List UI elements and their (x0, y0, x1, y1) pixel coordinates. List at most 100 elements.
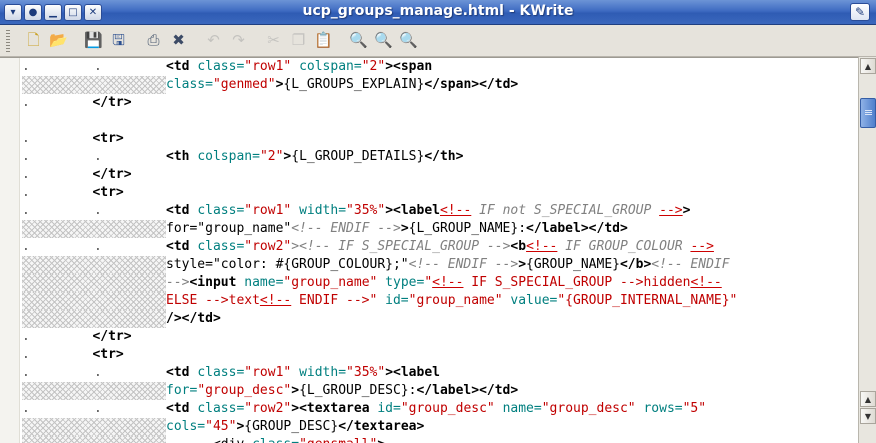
code-line[interactable]: .. <td class="row1" width="35%"><label (22, 364, 858, 382)
code-line[interactable]: .. <td class="row1" width="35%"><label<!-… (22, 202, 858, 220)
code-token-tag: > (377, 437, 385, 443)
code-line[interactable]: style="color: #{GROUP_COLOUR};"<!-- ENDI… (22, 256, 858, 274)
save-as-button[interactable]: 🖫 (107, 29, 130, 53)
find-icon: 🔍 (349, 31, 368, 49)
code-token-comment: <!-- ENDIF (651, 257, 730, 272)
code-line[interactable]: --><input name="group_name" type="<!-- I… (22, 274, 858, 292)
stop-close-icon: ✖ (172, 31, 185, 49)
stop-close-button[interactable]: ✖ (167, 29, 190, 53)
code-token-marker: <!-- (432, 275, 464, 290)
redo-button[interactable]: ↷ (227, 29, 250, 53)
indent-marker: . (22, 185, 30, 200)
code-token-text: <div (166, 437, 252, 443)
code-line[interactable]: ELSE -->text<!-- ENDIF -->" id="group_na… (22, 292, 858, 310)
find-button[interactable]: 🔍 (347, 29, 370, 53)
wrap-indent-marker (22, 292, 166, 310)
code-token-tag: </textarea> (338, 419, 425, 434)
indent-markers: .. (22, 239, 102, 254)
code-token-value: "2" (259, 149, 284, 164)
save-button[interactable]: 💾 (82, 29, 105, 53)
code-token-tag: <td (166, 401, 198, 416)
code-token-comment: IF GROUP_COLOUR (557, 239, 691, 254)
print-button[interactable]: ⎙ (142, 29, 165, 53)
code-token-tag: </span></td> (424, 77, 519, 92)
paste-icon: 📋 (314, 31, 333, 49)
indent-markers: .. (22, 365, 102, 380)
code-line[interactable]: .. <td class="row2"><textarea id="group_d… (22, 400, 858, 418)
code-line[interactable]: cols="45">{GROUP_DESC}</textarea> (22, 418, 858, 436)
code-token-attr: colspan= (299, 59, 362, 74)
code-line[interactable]: . <tr> (22, 130, 858, 148)
code-token-tag: <td (166, 365, 198, 380)
code-token-attr: for= (166, 383, 198, 398)
scroll-up-arrow-icon[interactable]: ▲ (860, 58, 876, 74)
code-line[interactable]: .. <td class="row2"><!-- IF S_SPECIAL_GRO… (22, 238, 858, 256)
code-token-value: "{GROUP_INTERNAL_NAME}" (557, 293, 738, 308)
vertical-scrollbar[interactable]: ▲ ▲ ▼ (858, 57, 876, 443)
scroll-up-arrow-icon-lower[interactable]: ▲ (860, 391, 876, 407)
indent-marker: . (22, 347, 30, 362)
title-bar[interactable]: ▾ ● ▁ □ ✕ ucp_groups_manage.html - KWrite ✎ (0, 0, 876, 25)
cut-button[interactable]: ✂ (262, 29, 285, 53)
code-line[interactable]: for="group_name"<!-- ENDIF -->>{L_GROUP_… (22, 220, 858, 238)
code-token-text: {L_GROUPS_EXPLAIN} (283, 77, 425, 92)
code-line[interactable]: /></td> (22, 310, 858, 328)
zoom-out-button[interactable]: 🔍 (397, 29, 420, 53)
copy-button[interactable]: ❐ (287, 29, 310, 53)
code-token-attr: value= (510, 293, 558, 308)
code-line[interactable]: . <tr> (22, 346, 858, 364)
paste-button[interactable]: 📋 (312, 29, 335, 53)
code-token-tag: ><span (385, 59, 433, 74)
code-line[interactable]: <div class="gensmall"> (22, 436, 858, 443)
code-line[interactable]: for="group_desc">{L_GROUP_DESC}:</label>… (22, 382, 858, 400)
code-token-tag: </th> (424, 149, 464, 164)
code-token-tag: </label></td> (416, 383, 519, 398)
code-line[interactable]: . <tr> (22, 184, 858, 202)
code-token-comment: <!-- ENDIF --> (408, 257, 519, 272)
code-token-tag: > (400, 221, 409, 236)
wrap-indent-marker (22, 76, 166, 94)
code-token-value: "45" (205, 419, 237, 434)
code-token-attr: class= (197, 59, 245, 74)
code-token-text: for="group_name" (166, 221, 292, 236)
code-token-value: "group_desc" (541, 401, 636, 416)
code-line[interactable]: .. <td class="row1" colspan="2"><span (22, 58, 858, 76)
code-line[interactable]: . </tr> (22, 166, 858, 184)
cut-icon: ✂ (267, 31, 280, 49)
redo-icon: ↷ (232, 31, 245, 49)
code-token-attr: class= (252, 437, 299, 443)
scrollbar-thumb[interactable] (860, 98, 876, 128)
toolbar-grip[interactable] (6, 29, 10, 52)
kwrite-app-icon[interactable]: ✎ (850, 3, 870, 21)
code-line[interactable]: class="genmed">{L_GROUPS_EXPLAIN}</span>… (22, 76, 858, 94)
code-token-tag: </tr> (92, 95, 132, 110)
open-folder-button[interactable]: 📂 (47, 29, 70, 53)
code-line[interactable]: . </tr> (22, 328, 858, 346)
code-line[interactable] (22, 112, 858, 130)
code-token-marker: <!-- (439, 203, 472, 218)
code-token-text: {L_GROUP_DETAILS} (291, 149, 425, 164)
wrap-indent-marker (22, 382, 166, 400)
editor-gutter (0, 58, 20, 443)
undo-button[interactable]: ↶ (202, 29, 225, 53)
code-line[interactable]: .. <th colspan="2">{L_GROUP_DETAILS}</th> (22, 148, 858, 166)
text-editor-area[interactable]: .. <td class="row1" colspan="2"><span clas… (0, 57, 858, 443)
new-document-icon: 🗋 (27, 31, 40, 49)
code-token-attr: type= (385, 275, 425, 290)
code-line[interactable]: . </tr> (22, 94, 858, 112)
scroll-down-arrow-icon[interactable]: ▼ (860, 408, 876, 424)
code-lines[interactable]: .. <td class="row1" colspan="2"><span clas… (22, 58, 858, 443)
print-icon: ⎙ (147, 31, 160, 49)
code-token-tag: <input (189, 275, 245, 290)
new-document-button[interactable]: 🗋 (22, 29, 45, 53)
code-token-comment: --> (166, 275, 190, 290)
code-token-value: ELSE -->text (166, 293, 260, 308)
wrap-indent-marker (22, 256, 166, 274)
zoom-in-button[interactable]: 🔍 (372, 29, 395, 53)
